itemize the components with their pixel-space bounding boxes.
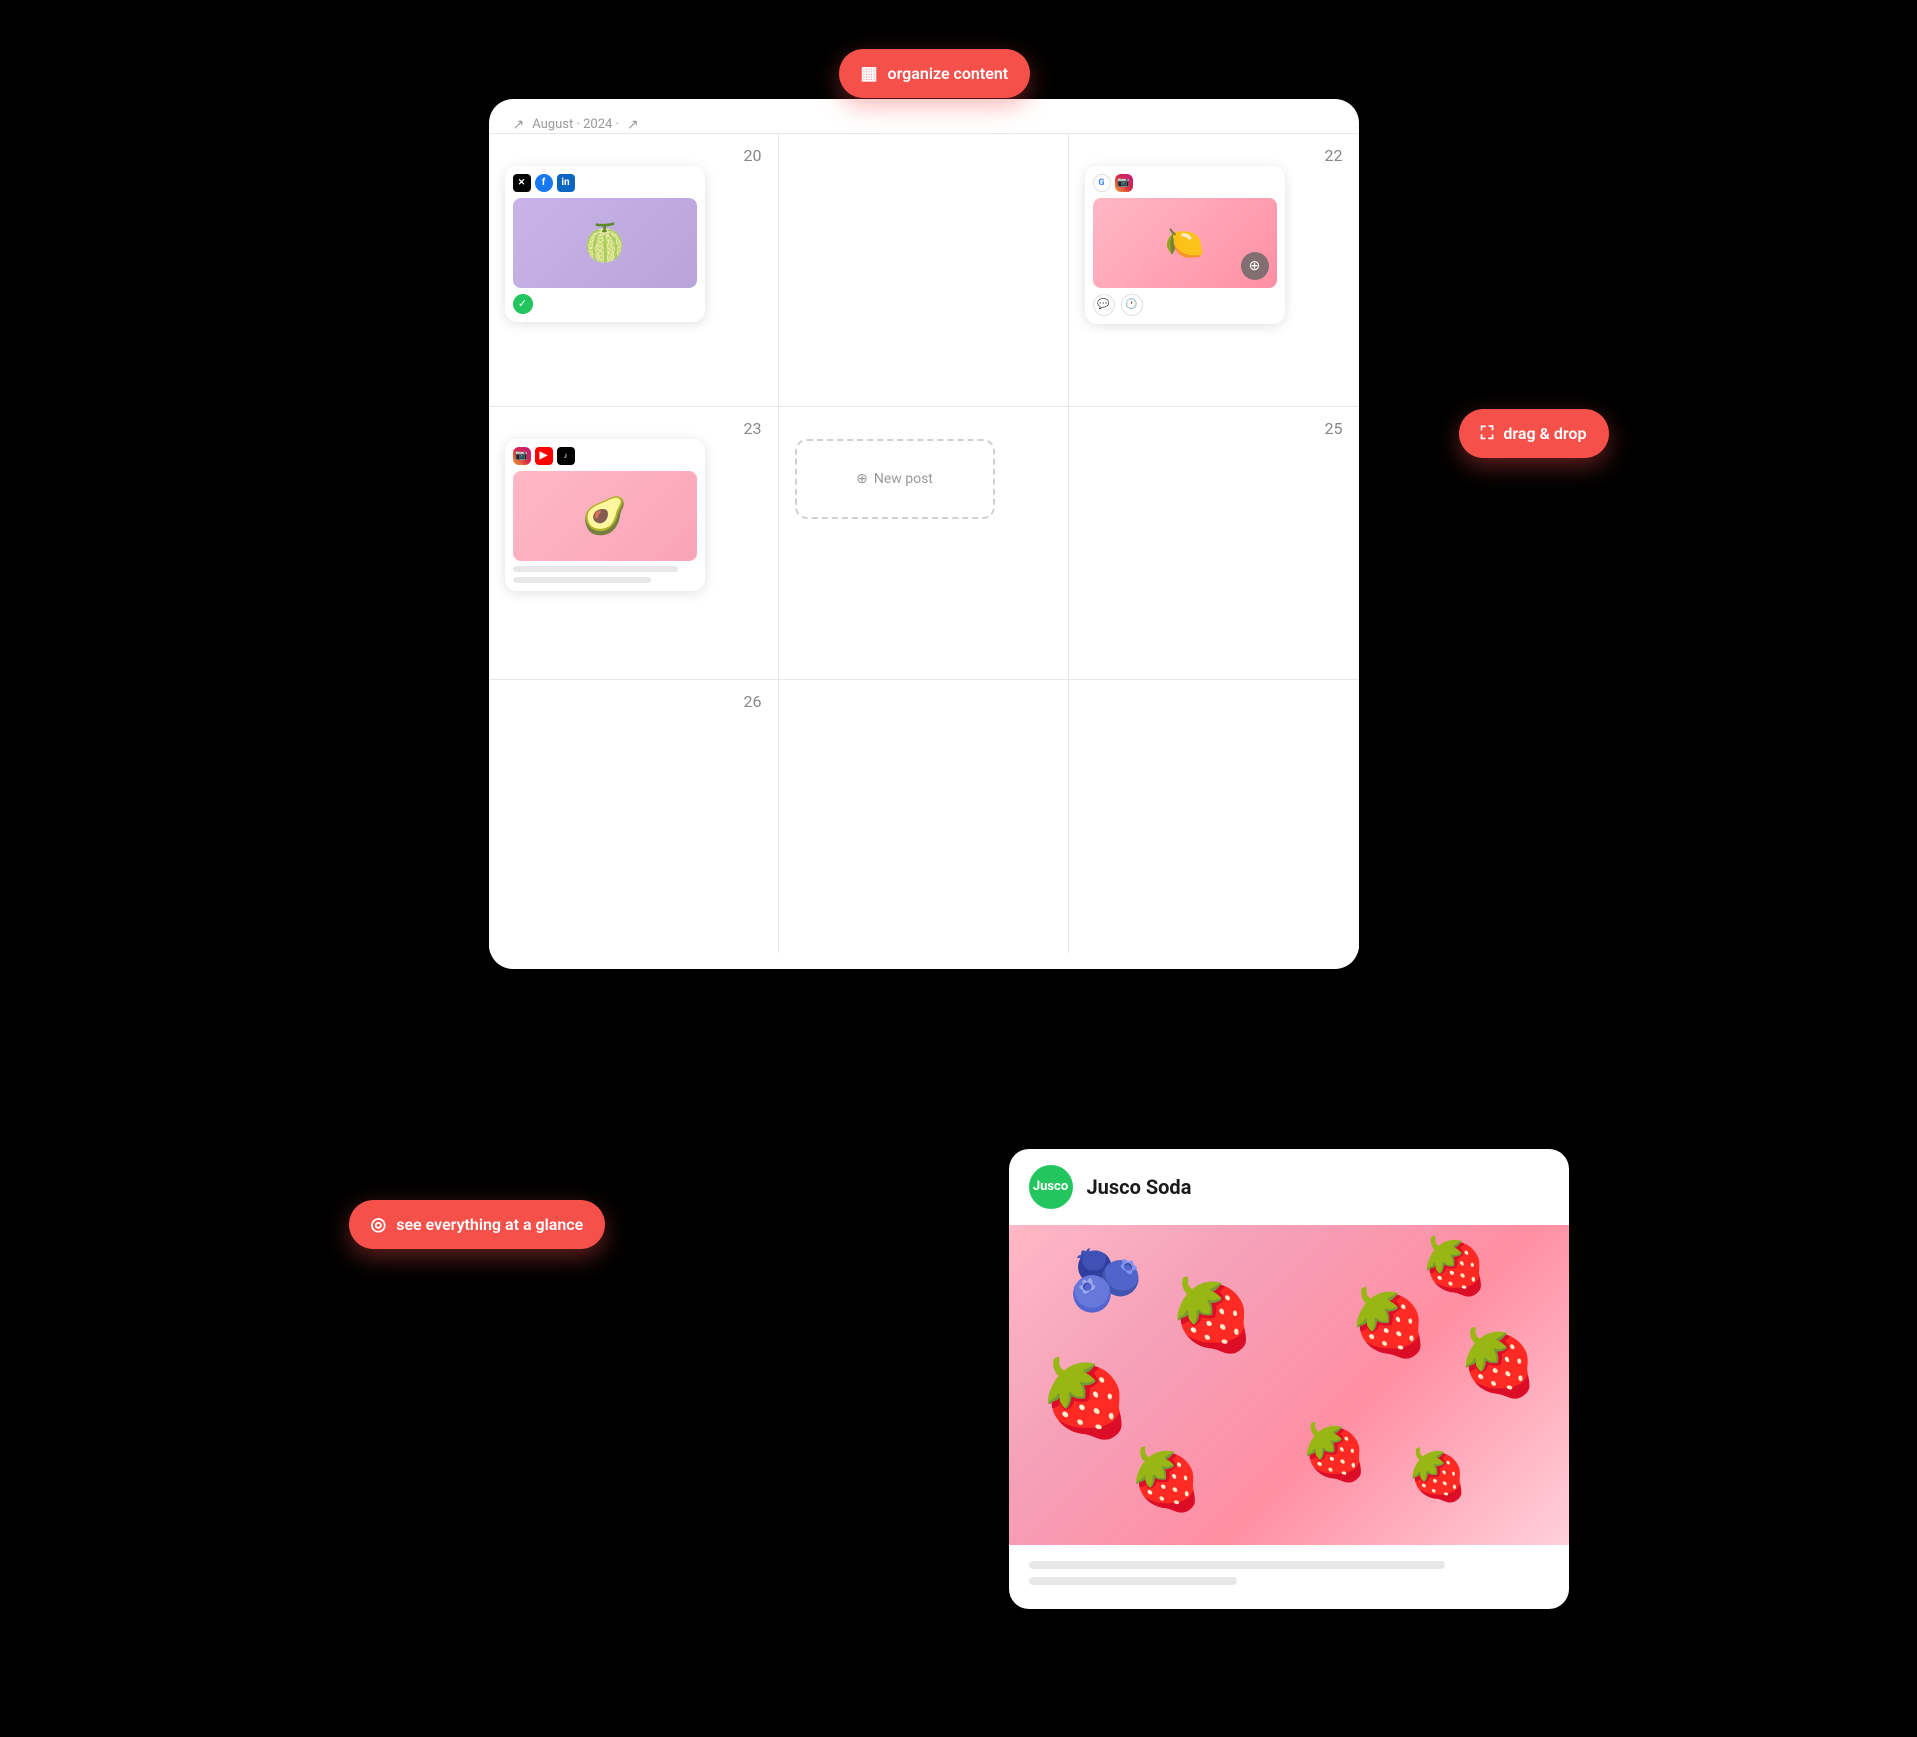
breadcrumb-text: August · 2024 ·: [532, 117, 619, 132]
drag-label: drag & drop: [1503, 424, 1586, 443]
text-line-2: [513, 577, 651, 583]
organize-icon: ▦: [861, 63, 878, 84]
calendar-cell-25: 25: [1069, 407, 1359, 680]
drag-icon: ⛶: [1481, 423, 1494, 444]
drag-drop-pill: ⛶ drag & drop: [1459, 409, 1609, 458]
calendar-grid: 20 ✕ f in 🍈 ✓ 22 G: [489, 133, 1359, 953]
cell-number-23: 23: [744, 419, 762, 438]
post-card-avocado[interactable]: 📷 ▶ ♪ 🥑: [505, 439, 705, 591]
post-card-melon[interactable]: ✕ f in 🍈 ✓: [505, 166, 705, 322]
post-card-citrus[interactable]: G 📷 🍋 ⊕ 💬 🕐: [1085, 166, 1285, 324]
calendar-cell-22[interactable]: 22 G 📷 🍋 ⊕ 💬 🕐: [1069, 134, 1359, 407]
post-icons-row: ✕ f in: [513, 174, 697, 192]
eye-icon: ◎: [371, 1214, 387, 1235]
preview-card-jusco: Jusco Jusco Soda 🫐 🍓 🍓 🍓 🍓 🍓 🍓 🍓 🍓: [1009, 1149, 1569, 1609]
organize-content-pill: ▦ organize content: [839, 49, 1031, 98]
calendar-cell-28: [1069, 680, 1359, 953]
preview-card-footer: [1009, 1545, 1569, 1609]
raspberry-5: 🍓: [1129, 1444, 1204, 1515]
melon-image: 🍈: [513, 198, 697, 288]
post-icons-row-3: 📷 ▶ ♪: [513, 447, 697, 465]
linkedin-icon: in: [557, 174, 575, 192]
preview-card-header: Jusco Jusco Soda: [1009, 1149, 1569, 1225]
raspberry-8: 🍓: [1300, 1421, 1368, 1485]
raspberry-6: 🍓: [1406, 1447, 1468, 1505]
calendar-cell-26: 26: [489, 680, 779, 953]
glance-pill: ◎ see everything at a glance: [349, 1200, 606, 1249]
calendar-header: ↗ August · 2024 · ↗: [489, 99, 1359, 133]
schedule-overlay-icon: ⊕: [1241, 252, 1269, 280]
plus-icon: ⊕: [856, 471, 868, 487]
brand-logo: Jusco: [1029, 1165, 1073, 1209]
x-icon: ✕: [513, 174, 531, 192]
new-post-label: New post: [874, 471, 933, 487]
calendar-cell-27: [779, 680, 1069, 953]
cell-number-26: 26: [744, 692, 762, 711]
calendar-cell-23[interactable]: 23 📷 ▶ ♪ 🥑: [489, 407, 779, 680]
berry-1: 🫐: [1069, 1245, 1144, 1316]
raspberry-7: 🍓: [1349, 1285, 1430, 1361]
cell-number-25: 25: [1325, 419, 1343, 438]
avocado-image: 🥑: [513, 471, 697, 561]
brand-logo-text: Jusco: [1033, 1179, 1068, 1194]
breadcrumb-arrow-left: ↗: [513, 117, 525, 133]
clock-icon: 🕐: [1121, 294, 1143, 316]
calendar-cell-21: [779, 134, 1069, 407]
cell-number-22: 22: [1325, 146, 1343, 165]
youtube-icon: ▶: [535, 447, 553, 465]
breadcrumb-arrow-right: ↗: [627, 117, 639, 133]
post-bottom-icons: 💬 🕐: [1093, 294, 1277, 316]
calendar-cell-24[interactable]: ⊕ New post: [779, 407, 1069, 680]
tiktok-icon: ♪: [557, 447, 575, 465]
raspberry-1: 🍓: [1169, 1275, 1256, 1357]
instagram-icon-2: 📷: [513, 447, 531, 465]
organize-label: organize content: [888, 64, 1009, 83]
google-icon: G: [1093, 174, 1111, 192]
instagram-icon: 📷: [1115, 174, 1133, 192]
facebook-icon: f: [535, 174, 553, 192]
scene: ↗ August · 2024 · ↗ 20 ✕ f in 🍈 ✓: [409, 69, 1509, 1669]
raspberry-3: 🍓: [1458, 1325, 1539, 1401]
raspberry-2: 🍓: [1420, 1235, 1488, 1299]
post-icons-row-2: G 📷: [1093, 174, 1277, 192]
preview-hero-image: 🫐 🍓 🍓 🍓 🍓 🍓 🍓 🍓 🍓: [1009, 1225, 1569, 1545]
check-icon: ✓: [513, 294, 533, 314]
comment-icon: 💬: [1093, 294, 1115, 316]
calendar-card: ↗ August · 2024 · ↗ 20 ✕ f in 🍈 ✓: [489, 99, 1359, 969]
raspberry-4: 🍓: [1039, 1355, 1132, 1443]
citrus-image: 🍋 ⊕: [1093, 198, 1277, 288]
calendar-cell-20[interactable]: 20 ✕ f in 🍈 ✓: [489, 134, 779, 407]
preview-text-line-2: [1029, 1577, 1237, 1585]
brand-name: Jusco Soda: [1087, 1175, 1192, 1199]
preview-text-line-1: [1029, 1561, 1445, 1569]
cell-number-20: 20: [744, 146, 762, 165]
glance-label: see everything at a glance: [396, 1215, 583, 1234]
new-post-placeholder[interactable]: ⊕ New post: [795, 439, 995, 519]
text-line-1: [513, 566, 679, 572]
